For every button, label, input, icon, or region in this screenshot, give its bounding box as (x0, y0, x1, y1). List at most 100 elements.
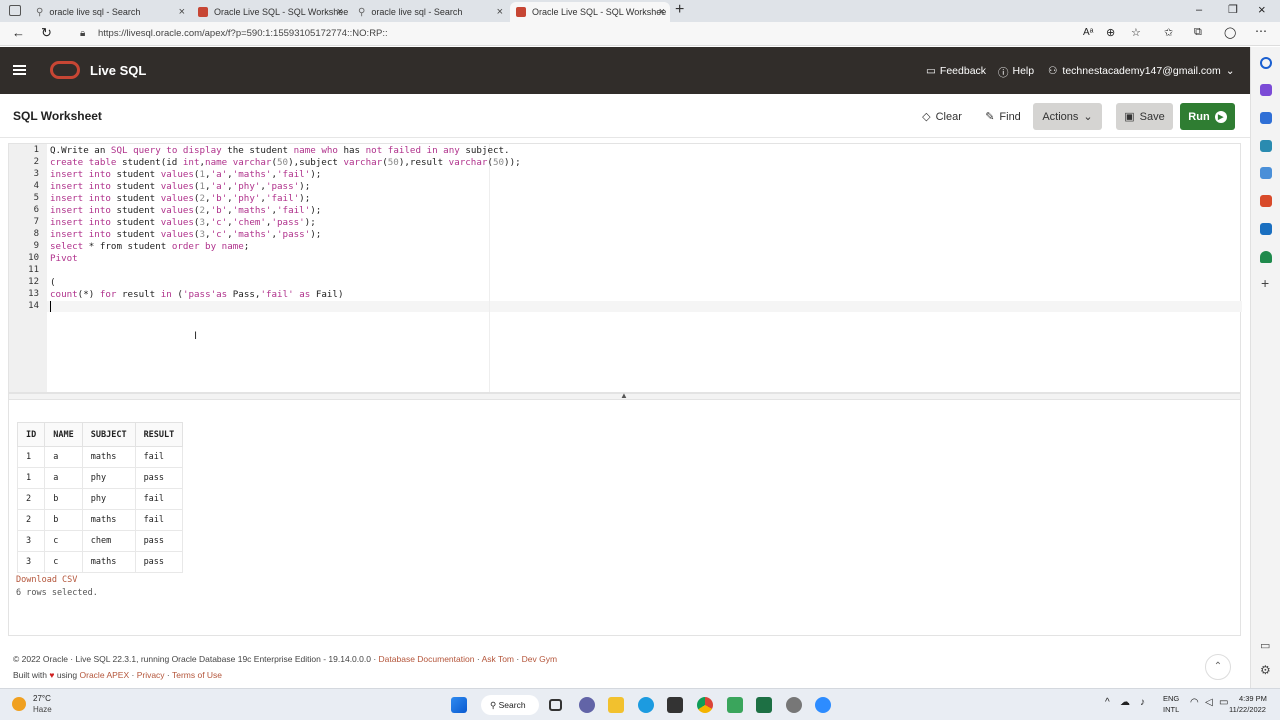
collapse-up-icon[interactable]: ▲ (620, 391, 628, 400)
menu-icon[interactable] (13, 65, 26, 75)
tray-chevron-icon[interactable]: ^ (1105, 697, 1110, 708)
download-csv-link[interactable]: Download CSV (16, 575, 77, 585)
read-aloud-icon[interactable]: Aᵃ (1083, 27, 1093, 38)
clock-date: 11/22/2022 (1229, 705, 1266, 714)
user-menu[interactable]: ⚇ technestacademy147@gmail.com ⌄ (1048, 65, 1235, 77)
office-icon[interactable] (1260, 195, 1272, 207)
footer-line-1: © 2022 Oracle · Live SQL 22.3.1, running… (13, 654, 558, 664)
actions-button[interactable]: Actions ⌄ (1033, 103, 1102, 130)
help-link[interactable]: ⓘ Help (998, 65, 1034, 80)
more-icon[interactable]: ⋯ (1255, 24, 1267, 38)
code-line[interactable]: count(*) for result in ('pass'as Pass,'f… (50, 289, 344, 300)
excel-icon[interactable] (756, 697, 772, 713)
splitter[interactable]: ▲ (8, 391, 1241, 400)
back-icon[interactable]: ← (12, 25, 25, 40)
task-view-icon[interactable] (549, 699, 562, 711)
code-line[interactable]: insert into student values(2,'b','maths'… (50, 205, 321, 216)
close-window-icon[interactable]: × (1258, 2, 1266, 17)
url-field[interactable]: 🔒︎ https://livesql.oracle.com/apex/f?p=5… (72, 24, 1072, 44)
code-line[interactable]: insert into student values(3,'c','maths'… (50, 229, 321, 240)
sidebar-toggle-icon[interactable]: ▭ (1260, 639, 1270, 652)
edge-icon[interactable] (638, 697, 654, 713)
taskbar-search[interactable]: ⚲ Search (481, 695, 539, 715)
find-button[interactable]: ✎ Find (982, 103, 1024, 130)
close-tab-icon[interactable]: × (179, 6, 185, 18)
results-panel: ID NAME SUBJECT RESULT 1 a maths fail 1 a phy pass… (8, 400, 1241, 636)
sql-editor[interactable]: 1 2 3 4 5 6 7 8 9 10 11 12 13 14 Q.Write an SQL query… (8, 143, 1242, 393)
browser-tab-3[interactable]: ⚲ oracle live sql - Search × (352, 2, 508, 22)
favorites-icon[interactable]: ✩ (1164, 26, 1173, 39)
address-bar-row: ← ↻ 🔒︎ https://livesql.oracle.com/apex/f… (0, 22, 1280, 46)
add-icon[interactable]: + (1261, 275, 1269, 291)
start-icon[interactable] (451, 697, 467, 713)
table-cell: c (44, 530, 83, 552)
clear-button[interactable]: ◇ Clear (918, 103, 966, 130)
table-body: 1 a maths fail 1 a phy pass 2 b phy fail 2 b maths fail… (16, 446, 184, 573)
store-icon[interactable] (667, 697, 683, 713)
code-line[interactable]: insert into student values(2,'b','phy','… (50, 193, 310, 204)
code-line[interactable]: insert into student values(1,'a','phy','… (50, 181, 310, 192)
minimize-icon[interactable]: – (1196, 4, 1202, 16)
notepad-icon[interactable] (727, 697, 743, 713)
terms-link[interactable]: Terms of Use (172, 670, 222, 680)
profile-icon[interactable]: ◯ (1224, 26, 1236, 39)
wifi-icon[interactable]: ◠ (1190, 697, 1199, 708)
collections-icon[interactable]: ⧉ (1194, 26, 1202, 39)
new-tab-button[interactable]: + (675, 1, 684, 19)
outlook-icon[interactable] (1260, 223, 1272, 235)
dev-gym-link[interactable]: Dev Gym (522, 654, 557, 664)
code-line[interactable]: insert into student values(3,'c','chem',… (50, 217, 316, 228)
close-tab-icon[interactable]: × (337, 6, 343, 18)
tracking-icon[interactable]: ☆ (1131, 26, 1141, 39)
feedback-link[interactable]: ▭ Feedback (926, 65, 986, 77)
close-tab-icon[interactable]: × (659, 6, 665, 18)
volume-icon[interactable]: ◁ (1205, 697, 1213, 708)
code-line[interactable]: select * from student order by name; (50, 241, 249, 252)
zoom-icon[interactable]: ⊕ (1106, 26, 1115, 39)
weather-temp[interactable]: 27°C (33, 694, 51, 703)
browser-tab-1[interactable]: ⚲ oracle live sql - Search × (30, 2, 190, 22)
microphone-icon[interactable]: ♪ (1140, 697, 1145, 708)
browser-tab-4[interactable]: Oracle Live SQL - SQL Workshee × (510, 2, 670, 22)
zoom-app-icon[interactable] (815, 697, 831, 713)
settings-icon[interactable] (786, 697, 802, 713)
code-line[interactable]: ( (50, 277, 56, 288)
close-tab-icon[interactable]: × (497, 6, 503, 18)
code-line[interactable]: create table student(id int,name varchar… (50, 157, 521, 168)
refresh-icon[interactable]: ↻ (41, 25, 52, 41)
search-icon[interactable] (1260, 57, 1272, 69)
games-icon[interactable] (1260, 167, 1272, 179)
browser-window-icon[interactable] (9, 5, 21, 16)
database-docs-link[interactable]: Database Documentation (379, 654, 475, 664)
scroll-top-button[interactable]: ⌃ (1205, 654, 1231, 680)
code-line[interactable]: Pivot (50, 253, 78, 264)
chat-app-icon[interactable] (579, 697, 595, 713)
network-status-icon[interactable]: ☁ (1120, 697, 1130, 708)
file-explorer-icon[interactable] (608, 697, 624, 713)
line-number: 4 (33, 181, 39, 191)
run-button[interactable]: Run ▶ (1180, 103, 1235, 130)
find-icon: ✎ (985, 111, 995, 123)
table-cell: fail (134, 446, 184, 468)
browser-tab-2[interactable]: Oracle Live SQL - SQL Workshee × (192, 2, 348, 22)
maximize-icon[interactable]: ❐ (1228, 3, 1238, 16)
lang-1[interactable]: ENG (1163, 694, 1179, 703)
code-line[interactable]: insert into student values(1,'a','maths'… (50, 169, 321, 180)
clock-time[interactable]: 4:39 PM (1239, 694, 1267, 703)
copilot-icon[interactable] (1260, 84, 1272, 96)
table-cell: phy (81, 467, 136, 489)
lang-2: INTL (1163, 705, 1180, 714)
worksheet-toolbar: SQL Worksheet ◇ Clear ✎ Find Actions ⌄ ▣ Sav… (0, 94, 1250, 138)
oracle-apex-link[interactable]: Oracle APEX (80, 670, 130, 680)
save-button[interactable]: ▣ Save (1116, 103, 1173, 130)
battery-icon[interactable]: ▭ (1219, 697, 1228, 708)
windows-taskbar: 27°C Haze ⚲ Search ^ ☁ ♪ ENG INTL ◠ ◁ ▭ … (0, 688, 1280, 720)
settings-icon[interactable]: ⚙ (1260, 663, 1271, 677)
code-line[interactable]: Q.Write an SQL query to display the stud… (50, 145, 510, 156)
tools-icon[interactable] (1260, 140, 1272, 152)
chrome-icon[interactable] (697, 697, 713, 713)
shopping-icon[interactable] (1260, 112, 1272, 124)
ask-tom-link[interactable]: Ask Tom (482, 654, 514, 664)
privacy-link[interactable]: Privacy (137, 670, 165, 680)
tree-icon[interactable] (1260, 251, 1272, 263)
